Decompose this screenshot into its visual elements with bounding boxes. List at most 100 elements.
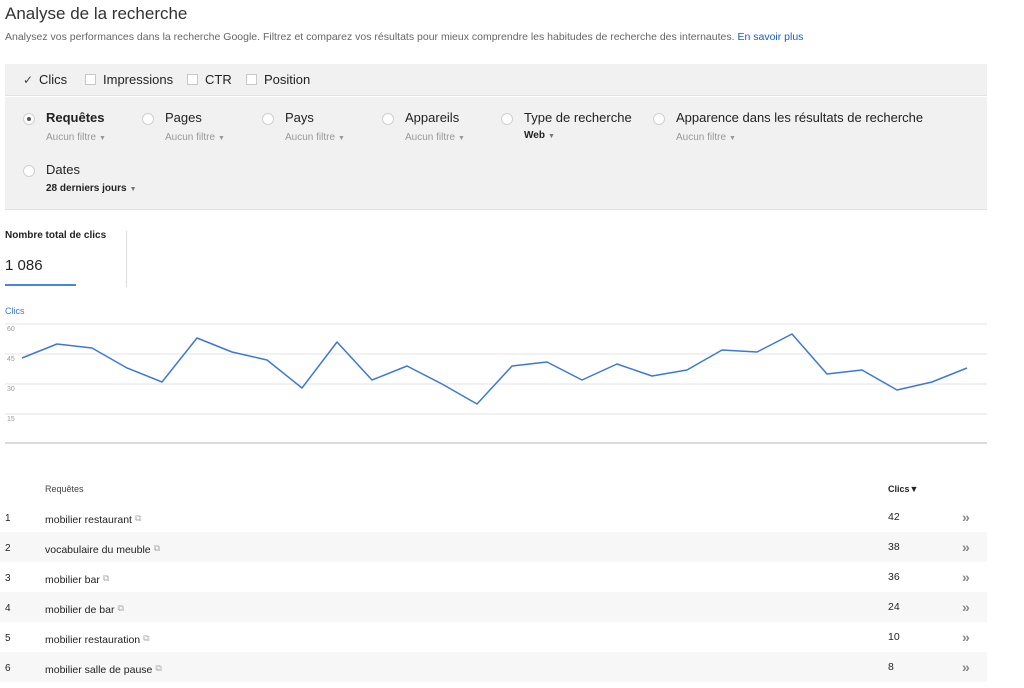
caret-down-icon: ▼ [218, 135, 225, 142]
data-point[interactable] [159, 379, 165, 385]
metric-impressions-checkbox[interactable]: Impressions [85, 72, 173, 87]
page-title: Analyse de la recherche [5, 4, 188, 23]
dimension-label[interactable]: Requêtes [46, 110, 105, 125]
dimension-label[interactable]: Dates [46, 162, 80, 177]
data-point[interactable] [299, 385, 305, 391]
dimension-label[interactable]: Appareils [405, 110, 459, 125]
data-point[interactable] [719, 347, 725, 353]
external-link-icon[interactable]: ⧉ [117, 603, 123, 614]
data-point[interactable] [439, 381, 445, 387]
table-row[interactable]: 3 mobilier bar ⧉ 36 » [0, 562, 987, 592]
dimension-filter-dropdown[interactable]: 28 derniers jours ▼ [46, 183, 137, 194]
data-point[interactable] [789, 331, 795, 337]
data-point[interactable] [229, 349, 235, 355]
open-row-icon[interactable]: » [962, 629, 970, 645]
table-header-clicks[interactable]: Clics▼ [888, 484, 918, 494]
dimensions-panel: Requêtes Aucun filtre ▼ Pages Aucun filtr… [5, 97, 987, 210]
data-point[interactable] [754, 349, 760, 355]
data-point[interactable] [194, 335, 200, 341]
clicks-cell: 10 [888, 631, 900, 643]
external-link-icon[interactable]: ⧉ [155, 663, 161, 674]
external-link-icon[interactable]: ⧉ [154, 543, 160, 554]
data-point[interactable] [334, 339, 340, 345]
data-point[interactable] [54, 341, 60, 347]
query-cell[interactable]: mobilier restaurant ⧉ [45, 513, 141, 526]
open-row-icon[interactable]: » [962, 539, 970, 555]
sort-desc-icon: ▼ [909, 484, 919, 494]
row-number: 5 [5, 633, 11, 644]
clicks-line-chart: 60 45 30 15 [5, 323, 987, 444]
data-point[interactable] [964, 365, 970, 371]
data-point[interactable] [894, 387, 900, 393]
query-cell[interactable]: vocabulaire du meuble ⧉ [45, 543, 160, 556]
data-point[interactable] [264, 357, 270, 363]
dimension-filter-dropdown[interactable]: Web ▼ [524, 130, 555, 141]
radio-icon[interactable] [501, 113, 513, 125]
data-point[interactable] [509, 363, 515, 369]
data-point[interactable] [859, 367, 865, 373]
external-link-icon[interactable]: ⧉ [135, 513, 141, 524]
radio-icon[interactable] [653, 113, 665, 125]
table-row[interactable]: 1 mobilier restaurant ⧉ 42 » [0, 502, 987, 532]
data-point[interactable] [404, 363, 410, 369]
data-point[interactable] [614, 361, 620, 367]
query-cell[interactable]: mobilier de bar ⧉ [45, 603, 124, 616]
dimension-filter-dropdown[interactable]: Aucun filtre ▼ [46, 132, 106, 143]
row-number: 6 [5, 663, 11, 674]
radio-selected-icon[interactable] [23, 113, 35, 125]
learn-more-link[interactable]: En savoir plus [737, 31, 803, 43]
total-clicks-value[interactable]: 1 086 [5, 257, 43, 274]
data-point[interactable] [824, 371, 830, 377]
table-row[interactable]: 6 mobilier salle de pause ⧉ 8 » [0, 652, 987, 682]
data-point[interactable] [544, 359, 550, 365]
y-tick-label: 30 [7, 386, 15, 393]
table-header-queries[interactable]: Requêtes [45, 484, 84, 494]
table-row[interactable]: 5 mobilier restauration ⧉ 10 » [0, 622, 987, 652]
radio-icon[interactable] [23, 165, 35, 177]
caret-down-icon: ▼ [547, 133, 555, 140]
data-point[interactable] [89, 345, 95, 351]
radio-icon[interactable] [382, 113, 394, 125]
dimension-filter-dropdown[interactable]: Aucun filtre ▼ [165, 132, 225, 143]
data-point[interactable] [124, 365, 130, 371]
dimension-label[interactable]: Apparence dans les résultats de recherch… [676, 110, 923, 125]
total-clicks-label[interactable]: Nombre total de clics [5, 230, 106, 241]
table-row[interactable]: 4 mobilier de bar ⧉ 24 » [0, 592, 987, 622]
dimension-label[interactable]: Pays [285, 110, 314, 125]
clicks-series-line[interactable] [21, 333, 968, 405]
data-point[interactable] [684, 367, 690, 373]
open-row-icon[interactable]: » [962, 659, 970, 675]
filter-value: Web [524, 130, 545, 141]
caret-down-icon: ▼ [458, 135, 465, 142]
data-point[interactable] [369, 377, 375, 383]
table-row[interactable]: 2 vocabulaire du meuble ⧉ 38 » [0, 532, 987, 562]
external-link-icon[interactable]: ⧉ [143, 633, 149, 644]
caret-down-icon: ▼ [729, 135, 736, 142]
dimension-filter-dropdown[interactable]: Aucun filtre ▼ [405, 132, 465, 143]
query-cell[interactable]: mobilier bar ⧉ [45, 573, 109, 586]
radio-icon[interactable] [142, 113, 154, 125]
filter-value: 28 derniers jours [46, 183, 127, 194]
data-point[interactable] [929, 379, 935, 385]
dimension-label[interactable]: Type de recherche [524, 110, 632, 125]
radio-icon[interactable] [262, 113, 274, 125]
open-row-icon[interactable]: » [962, 509, 970, 525]
y-tick-label: 60 [7, 326, 15, 333]
metric-clics-checkbox[interactable]: ✓ Clics [23, 72, 67, 87]
metric-position-checkbox[interactable]: Position [246, 72, 310, 87]
data-point[interactable] [649, 373, 655, 379]
query-cell[interactable]: mobilier restauration ⧉ [45, 633, 150, 646]
row-number: 3 [5, 573, 11, 584]
data-point[interactable] [19, 355, 25, 361]
dimension-label[interactable]: Pages [165, 110, 202, 125]
external-link-icon[interactable]: ⧉ [103, 573, 109, 584]
dimension-filter-dropdown[interactable]: Aucun filtre ▼ [285, 132, 345, 143]
dimension-filter-dropdown[interactable]: Aucun filtre ▼ [676, 132, 736, 143]
open-row-icon[interactable]: » [962, 569, 970, 585]
metric-ctr-checkbox[interactable]: CTR [187, 72, 232, 87]
data-point[interactable] [579, 377, 585, 383]
open-row-icon[interactable]: » [962, 599, 970, 615]
filter-value: Aucun filtre [676, 132, 727, 143]
query-cell[interactable]: mobilier salle de pause ⧉ [45, 663, 162, 676]
data-point[interactable] [474, 401, 480, 407]
